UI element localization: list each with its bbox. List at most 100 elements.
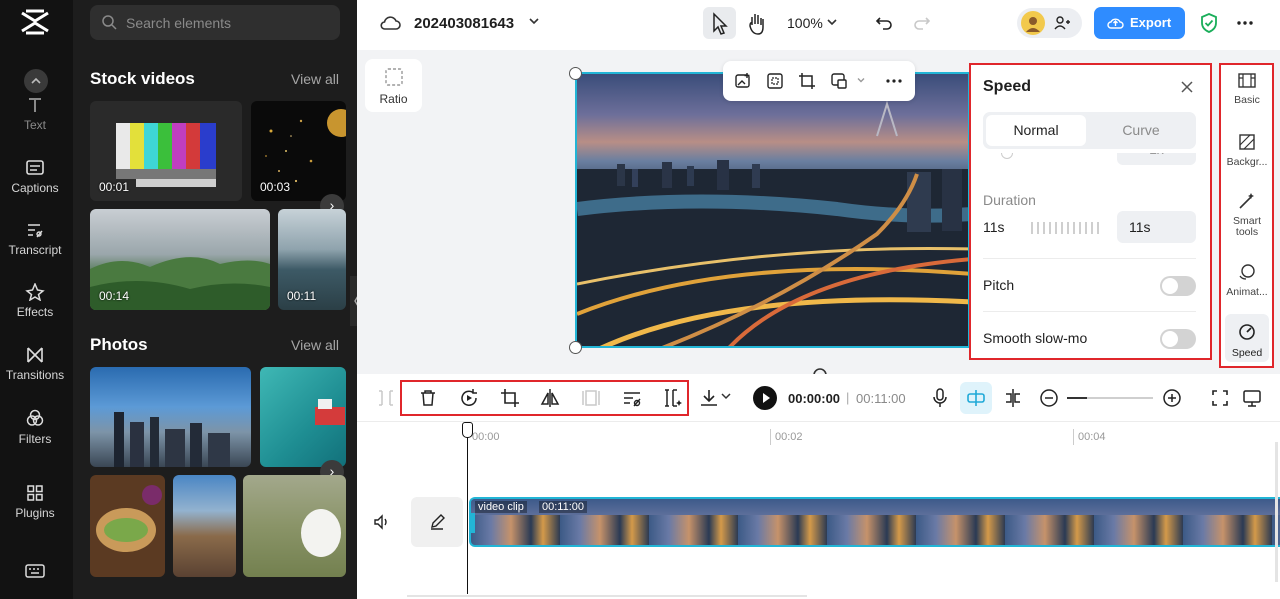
search-box[interactable] <box>90 5 340 40</box>
chevron-down-icon[interactable] <box>527 14 541 31</box>
edit-tools-group <box>400 380 689 416</box>
timeline-zoom-slider[interactable] <box>1067 397 1153 399</box>
ratio-icon <box>383 68 405 91</box>
tab-normal[interactable]: Normal <box>986 115 1086 146</box>
split-icon[interactable] <box>1001 386 1025 410</box>
chevron-down-icon[interactable] <box>855 74 867 89</box>
keyboard-icon[interactable] <box>25 563 45 582</box>
photos-view-all-link[interactable]: View all <box>291 337 339 353</box>
resize-handle[interactable] <box>569 341 582 354</box>
video-clip[interactable]: video clip 00:11:00 <box>469 497 1280 547</box>
tab-smart-tools[interactable]: Smart tools <box>1221 191 1273 238</box>
fullscreen-icon[interactable] <box>1208 386 1232 410</box>
speed-slider-row[interactable]: 1x <box>983 153 1196 167</box>
crop-icon[interactable] <box>798 72 816 93</box>
microphone-icon[interactable] <box>928 386 952 410</box>
ruler-tick <box>1073 429 1074 445</box>
snap-toggle-button[interactable] <box>960 382 992 414</box>
text-icon <box>0 96 70 114</box>
photo-thumb[interactable] <box>90 475 165 577</box>
stock-video-thumb[interactable]: 00:14 <box>90 209 270 310</box>
ratio-button[interactable]: Ratio <box>365 59 422 112</box>
sidebar-item-filters[interactable]: Filters <box>0 408 70 446</box>
playhead-handle[interactable] <box>462 422 473 438</box>
timeline-scrollbar[interactable] <box>407 595 807 597</box>
photo-thumb[interactable] <box>90 367 251 467</box>
sidebar-item-captions[interactable]: Captions <box>0 159 70 195</box>
tab-label: Basic <box>1234 94 1260 106</box>
sidebar-item-text[interactable]: Text <box>0 96 70 132</box>
undo-icon[interactable] <box>875 13 893 34</box>
export-button[interactable]: Export <box>1094 7 1185 39</box>
speed-value-field[interactable]: 1x <box>1117 153 1196 165</box>
cover-edit-button[interactable] <box>411 497 463 547</box>
tab-curve[interactable]: Curve <box>1091 115 1191 146</box>
delete-icon[interactable] <box>416 386 440 410</box>
left-rail: Text Captions Transcript Effects Transit… <box>0 0 73 599</box>
flip-icon[interactable] <box>538 386 562 410</box>
duration-input[interactable]: 11s <box>1117 211 1196 243</box>
download-icon[interactable] <box>697 386 721 410</box>
stock-video-thumb[interactable]: 00:03 <box>251 101 346 201</box>
shield-check-icon[interactable] <box>1199 12 1219 37</box>
search-input[interactable] <box>126 5 326 40</box>
select-tool-button[interactable] <box>703 7 736 39</box>
crop-icon[interactable] <box>498 386 522 410</box>
project-name[interactable]: 202403081643 <box>414 15 514 32</box>
resize-handle[interactable] <box>569 67 582 80</box>
replace-icon[interactable] <box>830 72 848 93</box>
preview-monitor-icon[interactable] <box>1240 386 1264 410</box>
animation-icon <box>1221 263 1273 281</box>
sidebar-item-effects[interactable]: Effects <box>0 283 70 319</box>
chevron-down-icon[interactable] <box>719 389 743 413</box>
stock-videos-view-all-link[interactable]: View all <box>291 71 339 87</box>
photo-thumb[interactable] <box>243 475 346 577</box>
hand-tool-button[interactable] <box>742 7 772 39</box>
stock-video-thumb[interactable]: 00:01 <box>90 101 242 201</box>
app-logo-icon[interactable] <box>20 9 50 38</box>
speed-mode-tabs: Normal Curve <box>983 112 1196 149</box>
clip-trim-handle[interactable] <box>471 513 475 533</box>
collapse-up-button[interactable] <box>24 69 48 93</box>
tab-speed[interactable]: Speed <box>1221 322 1273 359</box>
sidebar-item-transcript[interactable]: Transcript <box>0 221 70 257</box>
replay-icon[interactable] <box>457 386 481 410</box>
tab-basic[interactable]: Basic <box>1221 73 1273 106</box>
smooth-slow-mo-toggle[interactable] <box>1160 329 1196 349</box>
zoom-level[interactable]: 100% <box>787 15 823 31</box>
chevron-down-icon[interactable] <box>825 15 839 32</box>
speed-adjust-icon[interactable] <box>620 386 644 410</box>
tab-background[interactable]: Backgr... <box>1221 133 1273 168</box>
collaborators-group[interactable] <box>1017 8 1082 38</box>
volume-icon[interactable] <box>373 514 391 533</box>
canvas-area: Ratio Speed Normal Curve Duration 11s 11… <box>357 50 1280 376</box>
photo-thumb[interactable] <box>173 475 236 577</box>
divider <box>983 258 1196 259</box>
ruler-label: 00:00 <box>472 431 500 443</box>
stock-video-thumb[interactable]: 00:11 <box>278 209 346 310</box>
current-time: 00:00:00 <box>788 391 841 406</box>
slider-handle[interactable] <box>1001 153 1013 159</box>
pitch-toggle[interactable] <box>1160 276 1196 296</box>
zoom-out-icon[interactable] <box>1037 386 1061 410</box>
tab-animation[interactable]: Animat... <box>1221 263 1273 298</box>
close-icon[interactable] <box>1179 79 1195 98</box>
more-options-icon[interactable] <box>885 72 903 93</box>
sidebar-item-plugins[interactable]: Plugins <box>0 484 70 520</box>
sidebar-item-transitions[interactable]: Transitions <box>0 346 70 382</box>
fit-frame-icon[interactable] <box>766 72 784 93</box>
cloud-icon <box>379 14 401 35</box>
video-preview[interactable] <box>575 72 970 348</box>
avatar[interactable] <box>1021 11 1045 35</box>
sidebar-item-label: Text <box>23 118 46 132</box>
photo-thumb[interactable] <box>260 367 346 467</box>
duration-slider[interactable] <box>1031 222 1103 234</box>
more-options-icon[interactable] <box>1236 14 1254 35</box>
add-image-icon[interactable] <box>734 72 752 93</box>
vertical-scrollbar[interactable] <box>1275 442 1278 582</box>
smart-split-icon[interactable] <box>660 386 684 410</box>
play-button[interactable] <box>753 386 777 410</box>
add-user-icon[interactable] <box>1053 14 1071 35</box>
video-duration: 00:03 <box>260 180 291 194</box>
zoom-in-icon[interactable] <box>1160 386 1184 410</box>
